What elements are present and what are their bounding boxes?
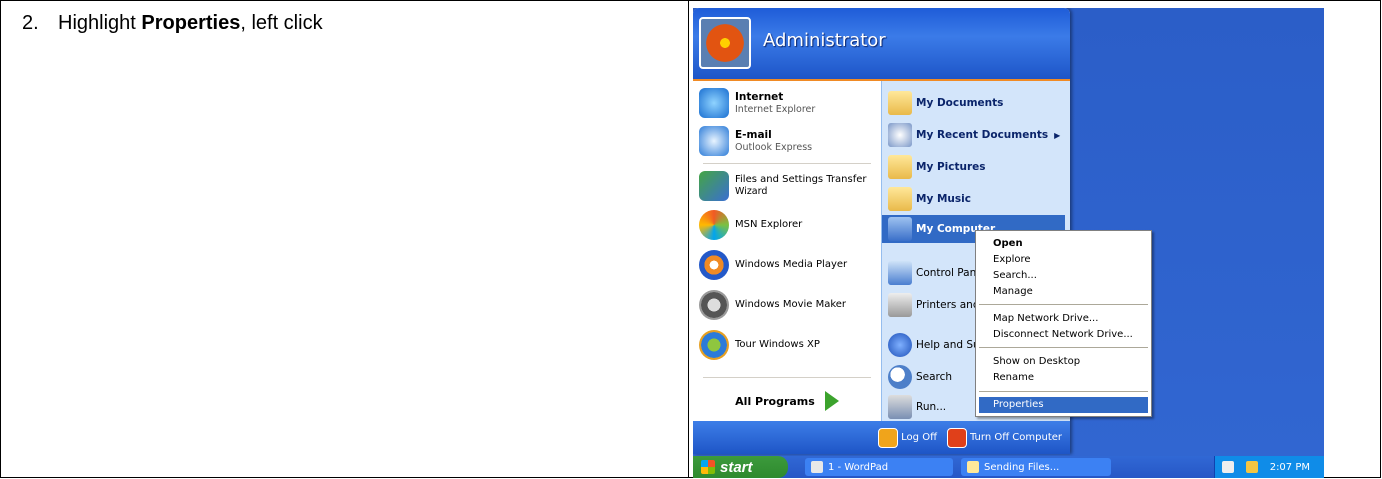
start-menu-header: Administrator <box>693 8 1070 81</box>
ctx-separator <box>979 347 1148 348</box>
computer-icon <box>888 217 912 241</box>
folder-icon <box>888 187 912 211</box>
ctx-separator <box>979 391 1148 392</box>
taskbar-button-sending-files[interactable]: Sending Files... <box>961 458 1111 476</box>
taskbar-button-wordpad[interactable]: 1 - WordPad <box>805 458 953 476</box>
pinned-subtitle: Internet Explorer <box>735 103 816 115</box>
turn-off-button[interactable]: Turn Off Computer <box>946 427 1062 448</box>
place-label: Search <box>916 371 953 383</box>
help-icon <box>888 333 912 357</box>
place-label: Run... <box>916 401 947 413</box>
wordpad-icon <box>811 461 823 473</box>
internet-explorer-icon <box>699 88 729 118</box>
recent-media-player[interactable]: Windows Media Player <box>699 247 877 283</box>
green-arrow-icon <box>824 391 839 411</box>
taskbar-button-label: Sending Files... <box>984 461 1060 473</box>
start-menu-footer: Log Off Turn Off Computer <box>693 421 1070 454</box>
network-icon[interactable] <box>1221 461 1234 473</box>
ctx-show-on-desktop[interactable]: Show on Desktop <box>979 354 1148 370</box>
menu-separator <box>703 163 871 164</box>
search-icon <box>888 365 912 389</box>
recent-label: Tour Windows XP <box>735 339 820 350</box>
log-off-button[interactable]: Log Off <box>878 427 937 448</box>
submenu-arrow-icon: ▶ <box>1054 130 1061 140</box>
transfer-wizard-icon <box>699 171 729 201</box>
all-programs-button[interactable]: All Programs <box>693 381 881 421</box>
start-menu-programs: Internet Internet Explorer E-mail Outlook … <box>693 81 881 421</box>
step-number: 2. <box>22 12 39 34</box>
step-suffix: , left click <box>240 12 323 34</box>
pinned-subtitle: Outlook Express <box>735 141 813 153</box>
folder-icon <box>888 155 912 179</box>
folder-icon <box>888 91 912 115</box>
recent-movie-maker[interactable]: Windows Movie Maker <box>699 287 877 323</box>
start-button[interactable]: start <box>693 456 788 478</box>
ctx-search[interactable]: Search... <box>979 268 1148 284</box>
place-label: Help and Su <box>916 339 980 351</box>
place-my-documents[interactable]: My Documents <box>888 89 1066 117</box>
security-icon[interactable] <box>1245 461 1258 473</box>
ctx-properties[interactable]: Properties <box>979 397 1148 413</box>
taskbar-button-label: 1 - WordPad <box>828 461 889 473</box>
recent-transfer-wizard[interactable]: Files and Settings Transfer Wizard <box>699 168 877 204</box>
ctx-manage[interactable]: Manage <box>979 284 1148 300</box>
recent-label-line2: Wizard <box>735 186 768 197</box>
place-label: Printers and <box>916 299 980 311</box>
recent-msn[interactable]: MSN Explorer <box>699 207 877 243</box>
log-off-icon <box>878 427 899 448</box>
step-bold-target: Properties <box>141 12 241 34</box>
place-label: Control Pane <box>916 267 983 279</box>
turn-off-label: Turn Off Computer <box>969 432 1062 443</box>
recent-tour-xp[interactable]: Tour Windows XP <box>699 327 877 363</box>
system-tray: 2:07 PM <box>1214 456 1324 478</box>
all-programs-label: All Programs <box>735 394 815 408</box>
step-prefix: Highlight <box>58 12 142 34</box>
power-icon <box>946 427 967 448</box>
place-my-music[interactable]: My Music <box>888 185 1066 213</box>
place-my-pictures[interactable]: My Pictures <box>888 153 1066 181</box>
ctx-disconnect-network-drive[interactable]: Disconnect Network Drive... <box>979 327 1148 343</box>
file-transfer-icon <box>967 461 979 473</box>
place-label: My Documents <box>916 97 1004 109</box>
menu-separator <box>703 377 871 378</box>
ctx-rename[interactable]: Rename <box>979 370 1148 386</box>
pinned-title: E-mail <box>735 128 772 141</box>
recent-label: MSN Explorer <box>735 219 803 230</box>
movie-maker-icon <box>699 290 729 320</box>
place-label: My Recent Documents <box>916 129 1049 141</box>
media-player-icon <box>699 250 729 280</box>
start-label: start <box>720 458 753 476</box>
pinned-email[interactable]: E-mail Outlook Express <box>699 123 877 159</box>
recent-documents-icon <box>888 123 912 147</box>
control-panel-icon <box>888 261 912 285</box>
log-off-label: Log Off <box>901 432 937 443</box>
xp-screenshot: Administrator Internet Internet Explorer … <box>693 8 1324 478</box>
taskbar: start 1 - WordPad Sending Files... 2:07 … <box>693 456 1324 478</box>
printer-icon <box>888 293 912 317</box>
ctx-separator <box>979 304 1148 305</box>
clock: 2:07 PM <box>1269 461 1310 473</box>
recent-label: Windows Media Player <box>735 259 848 270</box>
ctx-open[interactable]: Open <box>979 236 1148 252</box>
context-menu: Open Explore Search... Manage Map Networ… <box>975 230 1152 417</box>
recent-label: Windows Movie Maker <box>735 299 847 310</box>
pinned-title: Internet <box>735 90 784 103</box>
place-label: My Pictures <box>916 161 986 173</box>
place-label: My Music <box>916 193 971 205</box>
ctx-map-network-drive[interactable]: Map Network Drive... <box>979 311 1148 327</box>
ctx-explore[interactable]: Explore <box>979 252 1148 268</box>
place-my-recent-documents[interactable]: My Recent Documents ▶ <box>888 121 1066 149</box>
msn-butterfly-icon <box>699 210 729 240</box>
pinned-internet[interactable]: Internet Internet Explorer <box>699 85 877 121</box>
windows-flag-icon <box>701 460 715 474</box>
recent-label: Files and Settings Transfer <box>735 174 867 185</box>
table-divider <box>688 0 689 478</box>
instruction-step: 2. Highlight Properties, left click <box>22 12 323 35</box>
user-avatar-icon[interactable] <box>699 17 751 69</box>
outlook-express-icon <box>699 126 729 156</box>
run-icon <box>888 395 912 419</box>
tour-xp-icon <box>699 330 729 360</box>
user-name: Administrator <box>763 30 886 51</box>
